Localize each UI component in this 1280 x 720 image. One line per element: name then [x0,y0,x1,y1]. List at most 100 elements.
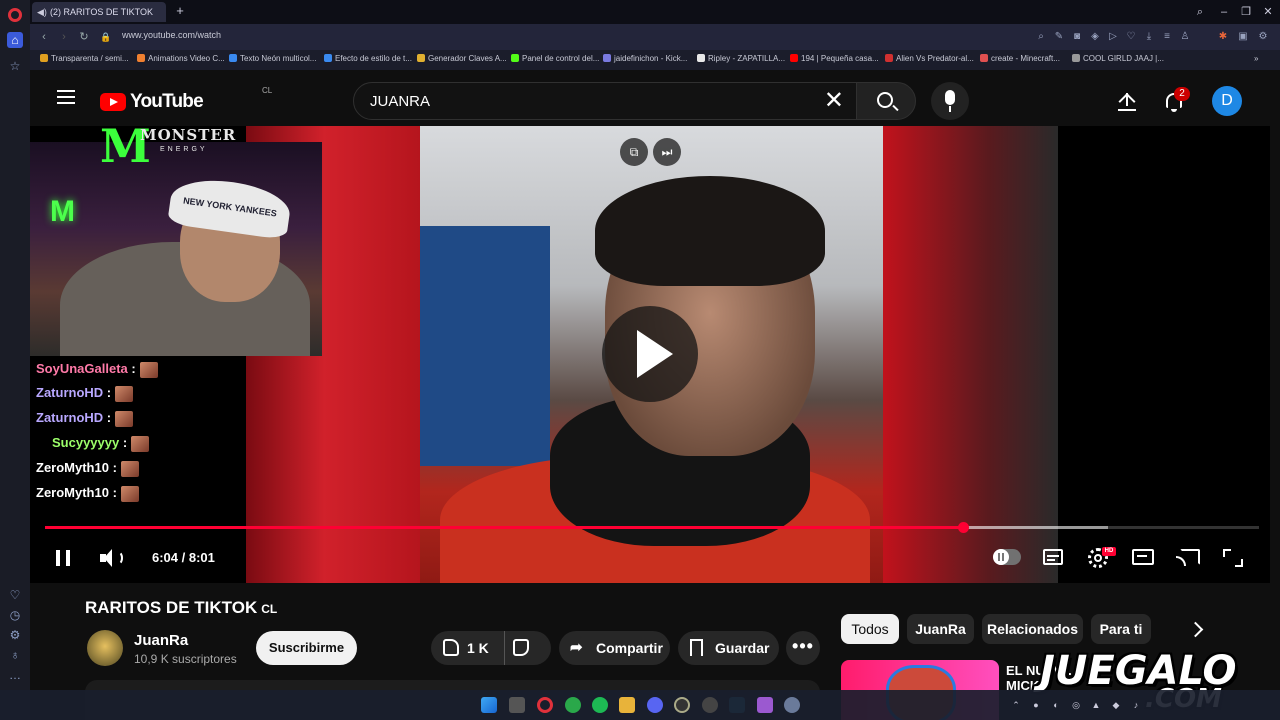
voice-search-button[interactable] [931,82,969,120]
tray-steam-icon[interactable]: ◎ [1070,699,1082,711]
discord-icon[interactable] [647,697,663,713]
volume-icon[interactable] [100,548,123,568]
bookmark-item[interactable]: create - Minecraft... [980,54,1060,63]
opera-taskbar-icon[interactable] [537,697,553,713]
minimize-button[interactable]: – [1214,3,1234,21]
windows-start-icon[interactable] [481,697,497,713]
app-icon[interactable] [702,697,718,713]
bookmark-item[interactable]: Ripley - ZAPATILLA... [697,54,785,63]
shield-icon[interactable]: ◈ [1088,29,1102,45]
progress-scrubber-handle[interactable] [957,522,969,533]
bookmark-item[interactable]: Efecto de estilo de t... [324,54,412,63]
extension-icon[interactable]: ✱ [1216,29,1230,45]
fullscreen-icon[interactable] [1221,547,1245,569]
more-icon[interactable]: … [7,667,23,683]
tab-active[interactable]: ◀) (2) RARITOS DE TIKTOK [32,2,166,22]
settings-icon[interactable]: ⚙ [7,627,23,643]
more-actions-icon[interactable]: ••• [786,631,820,665]
chip-para-ti[interactable]: Para ti [1091,614,1151,644]
video-player[interactable]: ⧉ ⏭ NEW YORK YANKEES M M MONSTER ENERGY … [30,126,1270,583]
autoplay-toggle[interactable] [993,549,1021,565]
url-field[interactable]: www.youtube.com/watch [122,30,221,40]
file-explorer-icon[interactable] [619,697,635,713]
lock-icon[interactable]: 🔒 [98,29,114,45]
tray-app-icon[interactable]: ◐ [1050,699,1062,711]
lightbulb-icon[interactable]: ♁ [7,647,23,663]
search-page-icon[interactable]: ⌕ [1034,29,1048,45]
menu-icon[interactable]: ≡ [1160,29,1174,45]
clear-search-icon[interactable]: ✕ [824,89,844,113]
task-view-icon[interactable] [509,697,525,713]
play-icon[interactable]: ▷ [1106,29,1120,45]
audio-playing-icon[interactable]: ◀) [37,2,47,22]
bookmark-item[interactable]: 194 | Pequeña casa... [790,54,879,63]
bookmarks-more-icon[interactable]: » [1254,54,1258,63]
extension-box-icon[interactable]: ▣ [1236,29,1250,45]
thumbs-down-icon[interactable] [513,639,529,656]
reload-icon[interactable]: ↻ [76,29,92,45]
spotify-icon[interactable] [592,697,608,713]
search-button[interactable] [856,82,916,120]
heart-icon[interactable]: ♡ [1124,29,1138,45]
forward-icon[interactable]: › [56,29,72,45]
bookmark-item[interactable]: Transparenta / semi... [40,54,129,63]
bookmark-item[interactable]: Animations Video C... [137,54,225,63]
bookmark-item[interactable]: Texto Neón multicol... [229,54,316,63]
search-box[interactable]: ✕ [353,82,857,120]
miniplayer-inner [1137,555,1147,557]
progress-bar[interactable] [45,522,1259,533]
monster-energy-logo: M MONSTER ENERGY [100,126,250,176]
search-tabs-icon[interactable]: ⌕ [1190,3,1210,21]
back-icon[interactable]: ‹ [36,29,52,45]
next-video-icon[interactable]: ⏭ [653,138,681,166]
hamburger-menu-icon[interactable] [57,90,75,104]
chip-relacionados[interactable]: Relacionados [982,614,1083,644]
pause-icon[interactable] [56,550,70,566]
channel-avatar[interactable] [87,630,123,666]
settings-app-icon[interactable] [784,697,800,713]
obs-icon[interactable] [674,697,690,713]
share-button[interactable]: ➦ Compartir [559,631,670,665]
account-avatar[interactable]: D [1212,86,1242,116]
channel-name[interactable]: JuanRa [134,632,188,649]
heart-icon[interactable]: ♡ [7,587,23,603]
tray-mic-icon[interactable]: ♪ [1130,699,1142,711]
star-icon[interactable]: ☆ [7,58,23,74]
tray-app-icon[interactable]: ◆ [1110,699,1122,711]
chevron-right-icon[interactable] [1182,614,1212,644]
close-window-button[interactable]: ✕ [1258,3,1278,21]
bookmark-item[interactable]: Generador Claves A... [417,54,507,63]
bookmark-item[interactable]: Alien Vs Predator-al... [885,54,974,63]
app-gem-icon[interactable] [757,697,773,713]
bookmark-item[interactable]: jaidefinichon - Kick... [603,54,687,63]
save-button[interactable]: Guardar [678,631,779,665]
tray-app-icon[interactable]: ▲ [1090,699,1102,711]
new-tab-button[interactable]: + [172,3,188,19]
profile-icon[interactable]: ♙ [1178,29,1192,45]
search-input[interactable] [370,93,810,110]
bookmark-item[interactable]: Panel de control del... [511,54,599,63]
chip-todos[interactable]: Todos [841,614,899,644]
like-button[interactable]: 1 K [431,631,505,665]
subtitles-icon[interactable] [1041,547,1065,569]
upload-icon[interactable] [1116,90,1138,112]
history-icon[interactable]: ◷ [7,607,23,623]
edit-icon[interactable]: ✎ [1052,29,1066,45]
opera-logo-icon[interactable] [8,8,22,22]
bookmark-item[interactable]: COOL GIRLD JAAJ |... [1072,54,1164,63]
restore-button[interactable]: ❐ [1236,3,1256,21]
cast-icon[interactable] [1176,547,1200,569]
home-icon[interactable]: ⌂ [7,32,23,48]
download-icon[interactable]: ⤓ [1142,29,1156,45]
subscribe-button[interactable]: Suscribirme [256,631,357,665]
miniplayer-icon[interactable] [1131,547,1155,569]
large-play-icon[interactable] [602,306,698,402]
extension-gear-icon[interactable]: ⚙ [1256,29,1270,45]
tray-chevron-icon[interactable]: ⌃ [1010,699,1022,711]
tray-app-icon[interactable]: ● [1030,699,1042,711]
xbox-icon[interactable] [565,697,581,713]
picture-in-picture-icon[interactable]: ⧉ [620,138,648,166]
camera-icon[interactable]: ◙ [1070,29,1084,45]
steam-icon[interactable] [729,697,745,713]
chip-juanra[interactable]: JuanRa [907,614,974,644]
